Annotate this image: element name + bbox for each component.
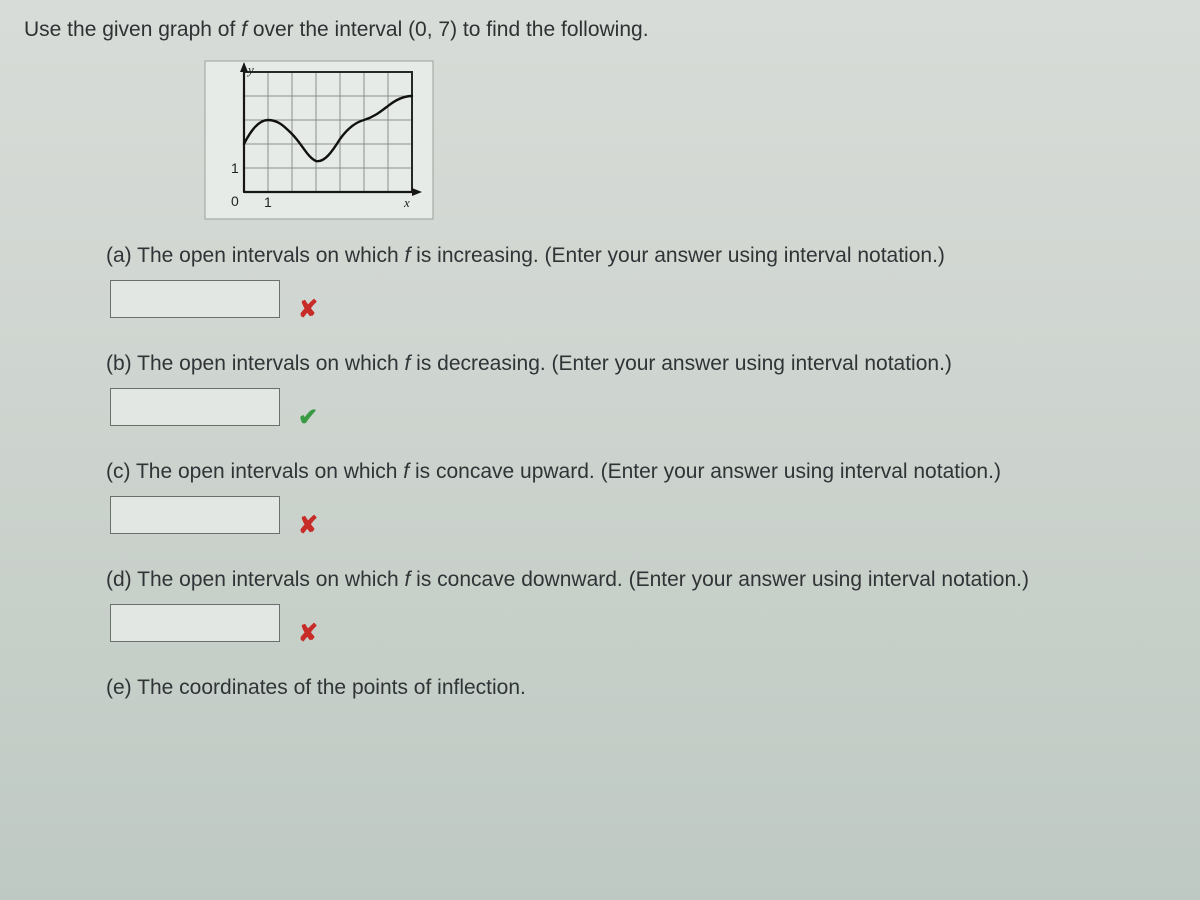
q-c-pre: The open intervals on which	[136, 460, 403, 483]
question-c: (c) The open intervals on which f is con…	[106, 460, 1176, 534]
q-d-post: is concave downward. (Enter your answer …	[410, 568, 1029, 591]
question-b-text: (b) The open intervals on which f is dec…	[106, 352, 1176, 376]
q-e-body: The coordinates of the points of inflect…	[137, 676, 526, 699]
graph-svg: y 1 0 1 x	[204, 60, 434, 220]
origin-label: 0	[231, 193, 239, 209]
x-axis-label: x	[403, 195, 410, 210]
question-d-text: (d) The open intervals on which f is con…	[106, 568, 1176, 592]
q-c-post: is concave upward. (Enter your answer us…	[409, 460, 1001, 483]
answer-input-c[interactable]	[110, 496, 280, 534]
answer-input-d[interactable]	[110, 604, 280, 642]
wrong-icon: ✘	[298, 511, 318, 540]
q-b-pre: The open intervals on which	[137, 352, 404, 375]
correct-icon: ✔	[298, 403, 318, 432]
wrong-icon: ✘	[298, 295, 318, 324]
question-a-text: (a) The open intervals on which f is inc…	[106, 244, 1176, 268]
q-d-label: (d)	[106, 568, 132, 591]
answer-input-a[interactable]	[110, 280, 280, 318]
question-d: (d) The open intervals on which f is con…	[106, 568, 1176, 642]
x-tick-1: 1	[264, 194, 272, 210]
answer-input-b[interactable]	[110, 388, 280, 426]
q-a-label: (a)	[106, 244, 132, 267]
q-e-label: (e)	[106, 676, 132, 699]
y-axis-label: y	[246, 62, 254, 77]
graph-figure: y 1 0 1 x	[204, 60, 1176, 220]
prompt-pre: Use the given graph of	[24, 18, 241, 41]
q-d-pre: The open intervals on which	[137, 568, 404, 591]
y-tick-1: 1	[231, 160, 239, 176]
prompt-post: over the interval (0, 7) to find the fol…	[247, 18, 649, 41]
wrong-icon: ✘	[298, 619, 318, 648]
question-e-text: (e) The coordinates of the points of inf…	[106, 676, 1176, 700]
question-c-text: (c) The open intervals on which f is con…	[106, 460, 1176, 484]
q-b-label: (b)	[106, 352, 132, 375]
q-a-pre: The open intervals on which	[137, 244, 404, 267]
question-prompt: Use the given graph of f over the interv…	[24, 18, 1176, 42]
question-a: (a) The open intervals on which f is inc…	[106, 244, 1176, 318]
q-b-post: is decreasing. (Enter your answer using …	[410, 352, 952, 375]
question-b: (b) The open intervals on which f is dec…	[106, 352, 1176, 426]
question-e: (e) The coordinates of the points of inf…	[106, 676, 1176, 700]
q-c-label: (c)	[106, 460, 131, 483]
q-a-post: is increasing. (Enter your answer using …	[410, 244, 945, 267]
